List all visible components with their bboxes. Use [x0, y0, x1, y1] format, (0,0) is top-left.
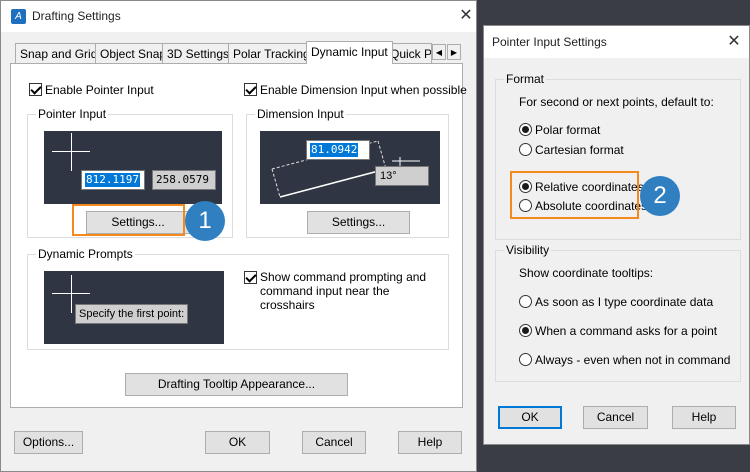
as-soon-as-typed-radio[interactable] — [519, 295, 532, 308]
window-title: Drafting Settings — [32, 9, 121, 23]
when-command-asks-label: When a command asks for a point — [535, 324, 718, 338]
close-icon[interactable]: ✕ — [456, 6, 476, 26]
help-button[interactable]: Help — [398, 431, 462, 454]
visibility-hint: Show coordinate tooltips: — [519, 266, 654, 280]
visibility-group-label: Visibility — [504, 243, 552, 257]
polar-format-label: Polar format — [535, 123, 601, 137]
prompt-crosshair-vertical — [71, 275, 72, 313]
tab-dynamic-input[interactable]: Dynamic Input — [306, 41, 393, 64]
when-command-asks-radio[interactable] — [519, 324, 532, 337]
tab-3d-settings[interactable]: 3D Settings — [162, 43, 235, 63]
tab-scroll-right-icon[interactable]: ▶ — [447, 44, 461, 60]
format-hint: For second or next points, default to: — [519, 95, 714, 109]
pointer-input-help-button[interactable]: Help — [672, 406, 736, 429]
options-button[interactable]: Options... — [14, 431, 83, 454]
pointer-y-field: 258.0579 — [152, 170, 216, 190]
tab-snap-and-grid[interactable]: Snap and Grid — [15, 43, 103, 63]
drafting-settings-dialog: A Drafting Settings ✕ Snap and Grid Obje… — [0, 0, 477, 472]
dimension-angle-field: 13° — [375, 166, 429, 186]
callout-badge-2: 2 — [640, 176, 680, 216]
callout-1-highlight — [72, 204, 185, 236]
cancel-button[interactable]: Cancel — [302, 431, 366, 454]
always-radio[interactable] — [519, 353, 532, 366]
enable-pointer-input-checkbox[interactable] — [29, 83, 42, 96]
dimension-length-field: 81.0942 — [306, 140, 370, 160]
format-group-label: Format — [504, 72, 547, 86]
crosshair-vertical — [71, 133, 72, 171]
show-command-prompting-checkbox[interactable] — [244, 271, 257, 284]
enable-dimension-input-label: Enable Dimension Input when possible — [260, 83, 467, 97]
show-command-prompting-label: Show command prompting and command input… — [260, 270, 427, 312]
dimension-input-preview: 81.0942 13° — [260, 131, 440, 204]
tab-polar-tracking[interactable]: Polar Tracking — [228, 43, 315, 63]
pointer-input-settings-dialog: Pointer Input Settings ✕ Format For seco… — [483, 25, 750, 445]
prompt-tooltip: Specify the first point: — [75, 304, 189, 324]
pointer-input-preview: 812.1197 258.0579 — [44, 131, 222, 204]
tab-scroll-left-icon[interactable]: ◀ — [432, 44, 446, 60]
enable-dimension-input-checkbox[interactable] — [244, 83, 257, 96]
callout-badge-1: 1 — [185, 201, 225, 241]
pointer-input-ok-button[interactable]: OK — [498, 406, 562, 429]
as-soon-as-typed-label: As soon as I type coordinate data — [535, 295, 714, 309]
title-bar: A Drafting Settings ✕ — [1, 1, 476, 32]
tab-object-snap[interactable]: Object Snap — [95, 43, 172, 63]
callout-2-highlight — [510, 171, 639, 219]
pointer-input-group-label: Pointer Input — [36, 107, 109, 121]
pointer-input-cancel-button[interactable]: Cancel — [583, 406, 648, 429]
cartesian-format-radio[interactable] — [519, 143, 532, 156]
polar-format-radio[interactable] — [519, 123, 532, 136]
app-icon: A — [11, 9, 26, 24]
dimension-length-value: 81.0942 — [310, 143, 359, 157]
dynamic-prompts-group: Dynamic Prompts Specify the first point:… — [27, 247, 449, 350]
visibility-group: Visibility Show coordinate tooltips: As … — [495, 243, 741, 382]
pointer-input-window-title: Pointer Input Settings — [492, 35, 607, 49]
ok-button[interactable]: OK — [205, 431, 270, 454]
pointer-x-value: 812.1197 — [85, 173, 140, 187]
dynamic-prompts-group-label: Dynamic Prompts — [36, 247, 135, 261]
always-label: Always - even when not in command — [535, 353, 731, 367]
pointer-input-close-icon[interactable]: ✕ — [724, 32, 744, 52]
dimension-input-group-label: Dimension Input — [255, 107, 346, 121]
cartesian-format-label: Cartesian format — [535, 143, 624, 157]
dynamic-prompts-preview: Specify the first point: — [44, 271, 224, 344]
pointer-input-title-bar: Pointer Input Settings ✕ — [484, 26, 749, 58]
dimension-input-group: Dimension Input 81.0942 13° Settings... — [246, 107, 449, 238]
drafting-tooltip-appearance-button[interactable]: Drafting Tooltip Appearance... — [125, 373, 348, 396]
pointer-x-field: 812.1197 — [81, 170, 145, 190]
enable-pointer-input-label: Enable Pointer Input — [45, 83, 154, 97]
dimension-input-settings-button[interactable]: Settings... — [307, 211, 410, 234]
